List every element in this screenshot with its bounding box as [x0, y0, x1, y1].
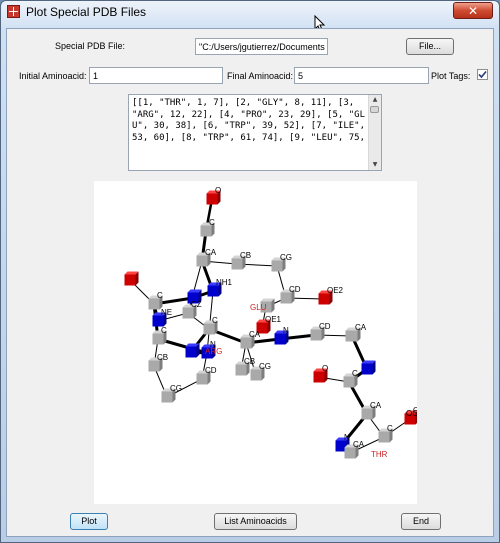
scroll-down-icon[interactable]: ▼: [371, 161, 379, 169]
file-label: Special PDB File:: [55, 41, 126, 51]
aminoacid-output-text[interactable]: [[1, "THR", 1, 7], [2, "GLY", 8, 11], [3…: [128, 94, 382, 171]
atom-label: O: [215, 186, 221, 195]
output-scrollbar[interactable]: ▲ ▼: [368, 95, 381, 170]
file-browse-button[interactable]: File...: [406, 38, 454, 55]
nitrogen-atom-21: [185, 343, 200, 358]
atom-label: CB: [244, 357, 255, 366]
atom-label: CA: [355, 323, 367, 332]
scroll-thumb[interactable]: [370, 106, 379, 113]
plot-button[interactable]: Plot: [70, 513, 108, 530]
residue-tag-label: GLU: [250, 303, 267, 312]
atom-label: C: [161, 326, 167, 335]
atom-label: C: [212, 316, 218, 325]
atom-label: CD: [205, 366, 217, 375]
atom-label: N: [283, 326, 289, 335]
initial-aminoacid-input[interactable]: 1: [89, 67, 223, 84]
oxygen-atom-7: [124, 271, 139, 286]
title-bar[interactable]: Plot Special PDB Files ✕: [1, 1, 499, 23]
app-icon: [7, 5, 20, 18]
plot-tags-label: Plot Tags:: [431, 71, 471, 81]
atom-label: CA: [205, 248, 217, 257]
residue-tag-label: THR: [371, 450, 388, 459]
atom-label: C: [209, 218, 215, 227]
list-aminoacids-button[interactable]: List Aminoacids: [214, 513, 297, 530]
close-button[interactable]: ✕: [453, 2, 493, 19]
app-window: Plot Special PDB Files ✕ Special PDB Fil…: [0, 0, 500, 543]
atom-label: CG: [259, 362, 271, 371]
atom-label: CB: [157, 353, 168, 362]
residue-tag-label: ARG: [205, 347, 222, 356]
atom-label: CG: [170, 384, 182, 393]
atom-label: C: [157, 291, 163, 300]
atom-label: CD: [289, 285, 301, 294]
molecule-plot-canvas[interactable]: O C CA CB CG NH1 C CZ NE CD OE2 GLU OE1 C CA N CD N C CD CB C…: [94, 181, 423, 504]
atom-label: OE1: [265, 315, 282, 324]
atom-label: NH1: [216, 278, 233, 287]
atom-label: OG1: [406, 409, 417, 418]
aminoacid-output-content: [[1, "THR", 1, 7], [2, "GLY", 8, 11], [3…: [132, 98, 365, 143]
atom-label: CZ: [191, 300, 202, 309]
atom-label: CA: [353, 440, 365, 449]
file-path-input[interactable]: "C:/Users/jgutierrez/Documents: [195, 38, 328, 55]
atom-label: O: [322, 364, 328, 373]
atom-label: NE: [161, 308, 172, 317]
atom-label: CD: [319, 322, 331, 331]
atom-label: C: [387, 424, 393, 433]
atom-label: CG: [280, 253, 292, 262]
client-area: Special PDB File: "C:/Users/jgutierrez/D…: [6, 28, 494, 537]
atom-label: N: [344, 433, 350, 442]
nitrogen-atom-29: [361, 360, 376, 375]
plot-tags-checkbox[interactable]: [477, 69, 488, 80]
scroll-up-icon[interactable]: ▲: [371, 96, 379, 104]
checkmark-icon: [478, 70, 487, 79]
atom-label: OE2: [327, 286, 344, 295]
end-button[interactable]: End: [401, 513, 441, 530]
molecule-plot-svg: OCCA CB CGNH1CCZNECD OE2GLUOE1CCA N CDNCCDCBC…: [124, 186, 423, 459]
atom-label: C: [352, 369, 358, 378]
atom-label: CA: [370, 401, 382, 410]
atom-label: CA: [249, 330, 261, 339]
final-aminoacid-label: Final Aminoacid:: [227, 71, 294, 81]
initial-aminoacid-label: Initial Aminoacid:: [19, 71, 87, 81]
final-aminoacid-input[interactable]: 5: [294, 67, 429, 84]
window-title: Plot Special PDB Files: [26, 5, 147, 19]
atom-label: CB: [240, 251, 251, 260]
